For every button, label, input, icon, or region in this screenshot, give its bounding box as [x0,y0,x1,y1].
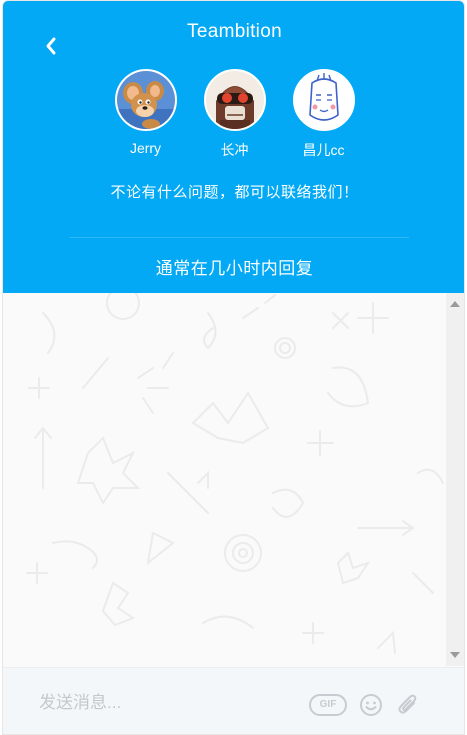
tagline: 不论有什么问题，都可以联络我们！ [110,184,359,201]
avatar-jerry [114,69,177,131]
doodle-background [26,293,444,654]
chat-header: Teambition Jerry 长冲 昌儿cc 不论有什么问题，都可以联络我们… [3,1,464,293]
scroll-up-arrow-icon[interactable] [450,301,460,307]
reply-time-note: 通常在几小时内回复 [155,259,314,278]
message-scrollbar[interactable] [446,293,464,666]
agent-jerry: Jerry [114,69,177,160]
attach-button[interactable] [395,692,421,718]
agent-name: 昌儿cc [302,142,345,158]
message-area[interactable] [3,293,446,666]
agent-changchong: 长冲 [203,69,266,160]
paperclip-icon [398,694,417,714]
gif-button[interactable]: GIF [309,694,347,716]
message-input[interactable] [39,688,289,718]
header-divider [69,237,409,238]
agent-name: Jerry [129,140,162,156]
smiley-icon [360,694,382,716]
agent-list: Jerry 长冲 昌儿cc [3,69,464,160]
agent-name: 长冲 [220,142,249,158]
agent-changercc: 昌儿cc [292,69,355,160]
emoji-button[interactable] [359,693,383,717]
scroll-down-arrow-icon[interactable] [450,652,460,658]
app-title: Teambition [187,21,282,42]
avatar-changchong [203,69,266,131]
message-composer: GIF [3,667,464,734]
chat-widget: Teambition Jerry 长冲 昌儿cc 不论有什么问题，都可以联络我们… [2,0,465,735]
avatar-changercc [292,69,355,131]
